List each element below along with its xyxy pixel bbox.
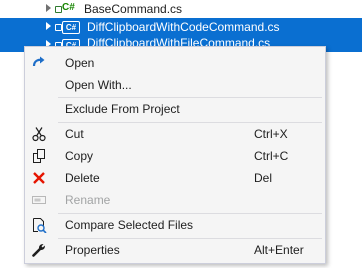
tree-item-basecommand[interactable]: C# BaseCommand.cs [0, 0, 362, 18]
menu-item-shortcut: Ctrl+C [254, 149, 289, 163]
wrench-icon [31, 242, 47, 258]
open-arrow-icon [31, 55, 47, 71]
menu-item-delete[interactable]: Delete Del [25, 167, 325, 189]
rename-icon [31, 192, 47, 208]
lock-icon [55, 6, 62, 13]
menu-item-exclude-from-project[interactable]: Exclude From Project [25, 98, 325, 120]
menu-item-cut[interactable]: Cut Ctrl+X [25, 123, 325, 145]
tree-item-label: DiffClipboardWithCodeCommand.cs [87, 20, 280, 34]
lock-icon [55, 24, 62, 31]
copy-icon [31, 148, 47, 164]
menu-item-label: Exclude From Project [65, 102, 180, 116]
menu-item-copy[interactable]: Copy Ctrl+C [25, 145, 325, 167]
compare-icon [31, 217, 47, 234]
delete-x-icon [31, 170, 47, 186]
menu-item-label: Cut [65, 127, 84, 141]
menu-item-label: Delete [65, 171, 100, 185]
scissors-icon [31, 126, 47, 142]
menu-item-label: Open [65, 56, 95, 70]
menu-item-label: Properties [65, 243, 120, 257]
expand-arrow-icon[interactable] [46, 22, 51, 30]
menu-item-open[interactable]: Open [25, 52, 325, 74]
menu-item-label: Open With... [65, 78, 132, 92]
csharp-class-file-icon: C# [62, 21, 80, 34]
menu-item-label: Compare Selected Files [65, 218, 194, 232]
menu-item-rename: Rename [25, 189, 325, 211]
tree-item-diffclipboardwithcode[interactable]: C# DiffClipboardWithCodeCommand.cs [0, 18, 362, 36]
menu-item-shortcut: Alt+Enter [254, 243, 304, 257]
menu-item-label: Rename [65, 193, 111, 207]
menu-item-shortcut: Del [254, 171, 273, 185]
tree-item-label: BaseCommand.cs [84, 2, 183, 16]
expand-arrow-icon[interactable] [46, 4, 51, 12]
csharp-file-icon: C# [62, 2, 75, 13]
context-menu: Open Open With... Exclude From Project C… [24, 46, 326, 264]
menu-item-label: Copy [65, 149, 94, 163]
menu-item-properties[interactable]: Properties Alt+Enter [25, 239, 325, 261]
menu-item-open-with[interactable]: Open With... [25, 74, 325, 96]
menu-item-compare-selected-files[interactable]: Compare Selected Files [25, 214, 325, 236]
menu-item-shortcut: Ctrl+X [254, 127, 288, 141]
